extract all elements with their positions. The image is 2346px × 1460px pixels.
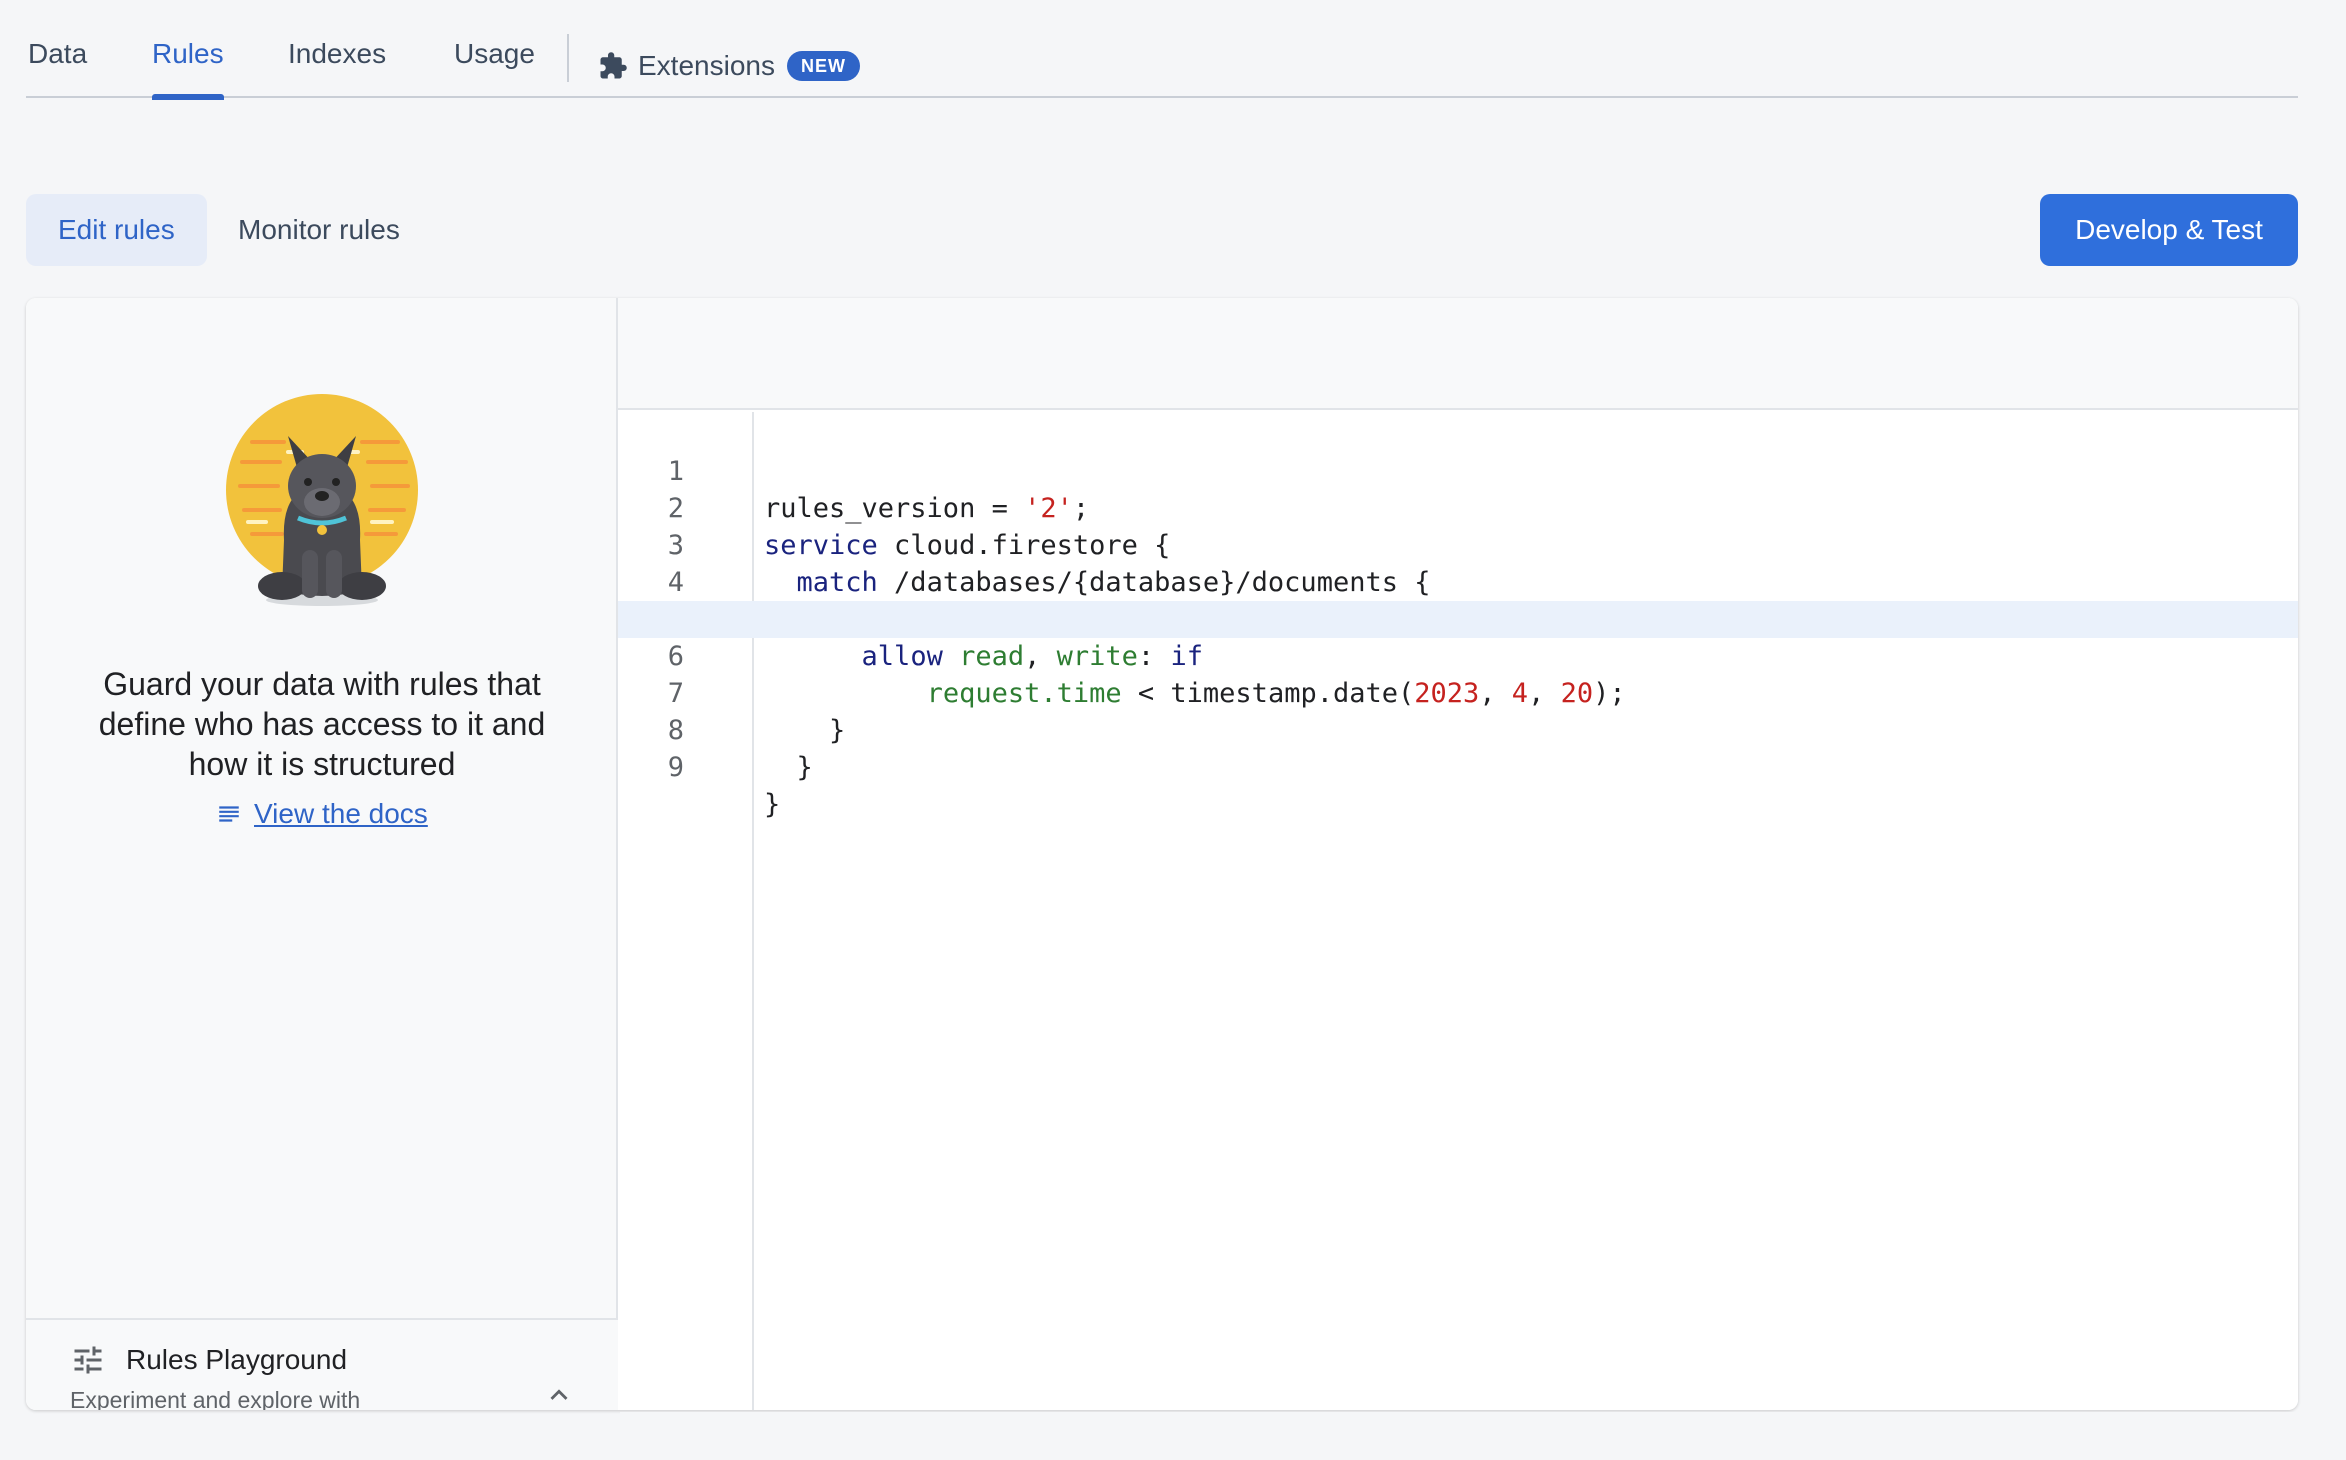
page-footer-area: [620, 1412, 2298, 1460]
playground-title: Rules Playground: [126, 1344, 348, 1375]
notes-icon: [219, 806, 239, 822]
guard-description: Guard your data with rules that define w…: [98, 666, 546, 782]
top-tab-bar: Data Rules Indexes Usage Extensions NEW: [26, 0, 2298, 100]
code-line: 5 allow read, write: if: [618, 564, 2298, 672]
code-line: 7 }: [618, 638, 2298, 746]
code-line: 4 match /{document=**} {: [618, 527, 2298, 635]
develop-test-button[interactable]: Develop & Test: [2040, 194, 2298, 266]
code-text: }: [764, 789, 781, 820]
tab-usage[interactable]: Usage: [454, 38, 535, 98]
view-docs-label: View the docs: [254, 798, 428, 829]
rules-code-editor[interactable]: 1 rules_version = '2'; 2 service cloud.f…: [618, 412, 2298, 1410]
puzzle-icon: [600, 52, 627, 79]
line-number: 9: [667, 752, 684, 783]
rules-page: Data Rules Indexes Usage Extensions NEW …: [0, 0, 2346, 1460]
tune-icon: [74, 1346, 102, 1374]
new-badge: NEW: [786, 51, 860, 81]
rules-playground-panel[interactable]: Rules Playground Experiment and explore …: [26, 1318, 618, 1410]
edit-rules-tab[interactable]: Edit rules: [26, 194, 207, 266]
chevron-up-icon[interactable]: [542, 1378, 576, 1410]
editor-header: [618, 298, 2298, 410]
info-side-panel: Guard your data with rules that define w…: [26, 298, 618, 1410]
rules-card: Guard your data with rules that define w…: [26, 298, 2298, 1410]
code-text: }: [764, 752, 813, 783]
dog-guard-illustration: [226, 394, 418, 606]
code-line: 8 }: [618, 675, 2298, 783]
code-line: 3 match /databases/{database}/documents …: [618, 490, 2298, 598]
code-line-highlighted: 6 request.time < timestamp.date(2023, 4,…: [618, 601, 2298, 709]
code-line: 9 }: [618, 712, 2298, 820]
monitor-rules-tab[interactable]: Monitor rules: [206, 194, 432, 266]
tab-data[interactable]: Data: [28, 38, 87, 98]
tab-divider: [567, 34, 569, 82]
tab-extensions[interactable]: Extensions NEW: [598, 36, 860, 96]
code-line: 2 service cloud.firestore {: [618, 453, 2298, 561]
tab-rules[interactable]: Rules: [152, 38, 224, 100]
view-docs-link[interactable]: View the docs: [216, 798, 428, 830]
playground-subtitle: Experiment and explore with Security Rul…: [70, 1387, 361, 1410]
tab-extensions-label: Extensions: [638, 50, 775, 81]
tab-indexes[interactable]: Indexes: [288, 38, 386, 98]
code-line: 1 rules_version = '2';: [618, 416, 2298, 524]
